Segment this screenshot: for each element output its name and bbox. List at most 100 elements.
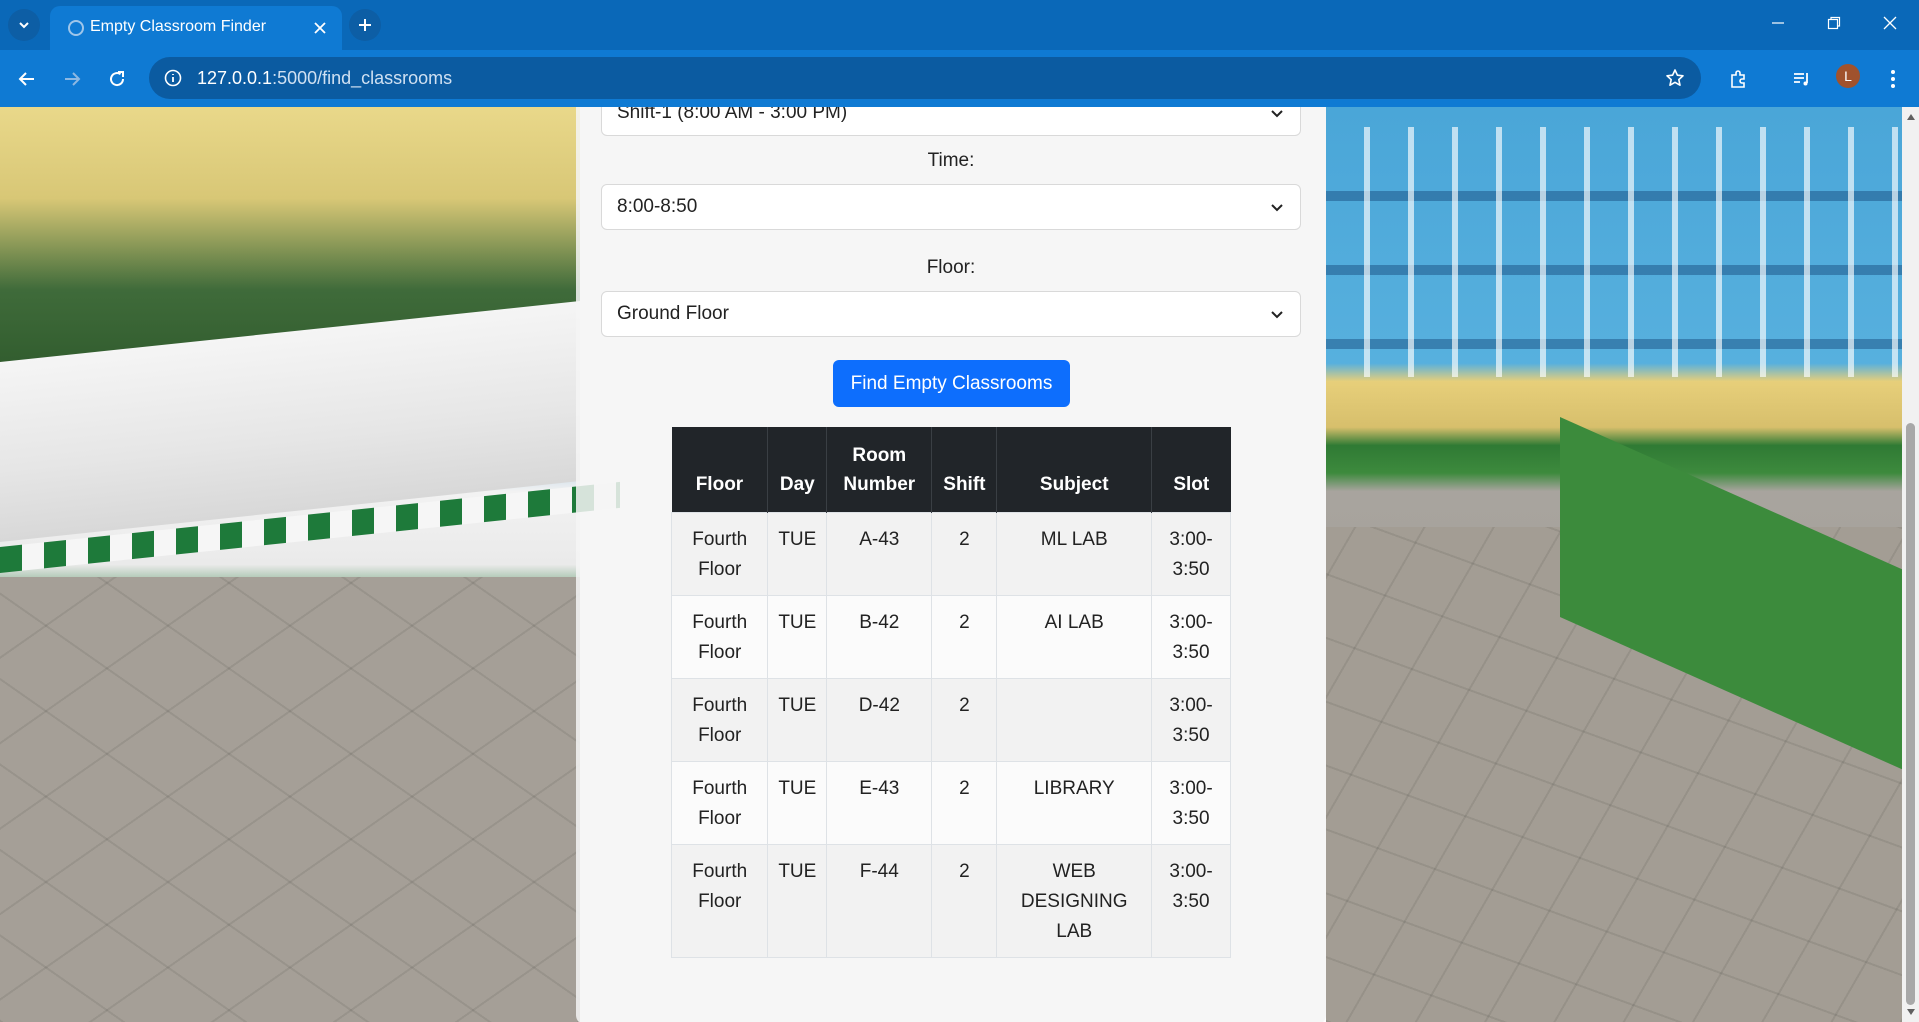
minimize-icon [1772, 22, 1784, 24]
reload-icon [110, 71, 125, 87]
column-header-room-number: Room Number [826, 427, 932, 513]
time-select[interactable]: 8:00-8:50 [601, 184, 1301, 230]
find-empty-classrooms-button[interactable]: Find Empty Classrooms [833, 360, 1070, 407]
cell-room: B-42 [826, 595, 933, 679]
scroll-down-arrow[interactable] [1905, 1006, 1916, 1017]
address-bar[interactable]: 127.0.0.1:5000/find_classrooms [149, 57, 1701, 99]
close-window-button[interactable] [1862, 0, 1918, 46]
scroll-up-arrow[interactable] [1905, 111, 1916, 122]
url-host: 127.0.0.1 [197, 68, 273, 88]
shift-select-value: Shift-1 (8:00 AM - 3:00 PM) [617, 107, 848, 123]
extensions-button[interactable] [1722, 63, 1754, 95]
chevron-down-icon [19, 22, 29, 29]
globe-icon [68, 20, 84, 36]
cell-slot: 3:00-3:50 [1151, 512, 1231, 596]
column-header-day: Day [767, 427, 827, 513]
finder-form-card: Shift-1 (8:00 AM - 3:00 PM) Time: 8:00-8… [576, 107, 1326, 1022]
table-row: Fourth Floor TUE B-42 2 AI LAB 3:00-3:50 [670, 595, 1231, 679]
page-viewport: Shift-1 (8:00 AM - 3:00 PM) Time: 8:00-8… [0, 107, 1902, 1022]
background-pavement-left [0, 577, 580, 1022]
restore-button[interactable] [1806, 0, 1862, 46]
toolbar: 127.0.0.1:5000/find_classrooms [0, 50, 1919, 107]
table-row: Fourth Floor TUE A-43 2 ML LAB 3:00-3:50 [670, 512, 1231, 596]
back-button[interactable] [11, 63, 43, 95]
cell-subject: WEB DESIGNING LAB [996, 844, 1153, 958]
extensions-icon [1731, 70, 1745, 88]
restore-icon [1827, 16, 1841, 30]
reload-button[interactable] [101, 63, 133, 95]
results-table: Floor Day Room Number Shift Subject Slot… [670, 427, 1231, 958]
table-header-row: Floor Day Room Number Shift Subject Slot [671, 427, 1231, 513]
floor-select-value: Ground Floor [617, 303, 729, 324]
bookmark-button[interactable] [1663, 66, 1687, 90]
page-scrollbar[interactable] [1902, 107, 1919, 1022]
info-icon [164, 69, 182, 87]
column-header-subject: Subject [996, 427, 1152, 513]
cell-slot: 3:00-3:50 [1151, 678, 1231, 762]
column-header-slot: Slot [1151, 427, 1231, 513]
floor-select[interactable]: Ground Floor [601, 291, 1301, 337]
forward-button[interactable] [56, 63, 88, 95]
media-controls-button[interactable] [1786, 63, 1818, 95]
cell-subject: ML LAB [996, 512, 1153, 596]
tab-title: Empty Classroom Finder [90, 18, 267, 35]
cell-day: TUE [767, 595, 828, 679]
cell-room: F-44 [826, 844, 933, 958]
tab-search-button[interactable] [8, 9, 40, 41]
menu-button[interactable] [1877, 63, 1909, 95]
time-select-value: 8:00-8:50 [617, 196, 698, 217]
floor-label: Floor: [926, 257, 976, 278]
cell-day: TUE [767, 761, 828, 845]
cell-shift: 2 [931, 761, 998, 845]
url-path: :5000/find_classrooms [272, 68, 453, 88]
back-icon [18, 72, 34, 86]
cell-slot: 3:00-3:50 [1151, 761, 1231, 845]
scrollbar-thumb[interactable] [1906, 423, 1915, 1005]
close-icon [1883, 16, 1897, 30]
cell-floor: Fourth Floor [670, 512, 769, 596]
new-tab-button[interactable] [349, 9, 381, 41]
forward-icon [65, 72, 81, 86]
cell-shift: 2 [931, 595, 998, 679]
chevron-down-icon [1268, 198, 1286, 216]
media-icon [1794, 73, 1808, 86]
cell-day: TUE [767, 512, 828, 596]
cell-slot: 3:00-3:50 [1151, 844, 1231, 958]
close-tab-button[interactable] [308, 16, 332, 40]
cell-shift: 2 [931, 678, 998, 762]
chevron-down-icon [1268, 305, 1286, 323]
more-icon [1891, 70, 1895, 88]
chevron-down-icon [1268, 107, 1286, 122]
table-row: Fourth Floor TUE F-44 2 WEB DESIGNING LA… [670, 844, 1231, 958]
cell-room: D-42 [826, 678, 933, 762]
cell-room: E-43 [826, 761, 933, 845]
cell-floor: Fourth Floor [670, 844, 769, 958]
cell-subject: AI LAB [996, 595, 1153, 679]
cell-floor: Fourth Floor [670, 761, 769, 845]
profile-avatar[interactable]: L [1836, 64, 1860, 88]
url-text[interactable]: 127.0.0.1:5000/find_classrooms [197, 68, 452, 89]
star-icon [1666, 69, 1684, 86]
browser-tab[interactable]: Empty Classroom Finder [50, 6, 342, 50]
cell-subject: LIBRARY [996, 761, 1153, 845]
shift-select[interactable]: Shift-1 (8:00 AM - 3:00 PM) [601, 107, 1301, 136]
cell-floor: Fourth Floor [670, 595, 769, 679]
close-icon [314, 22, 326, 34]
cell-subject [996, 678, 1153, 762]
site-info-button[interactable] [161, 66, 185, 90]
column-header-floor: Floor [671, 427, 768, 513]
column-header-shift: Shift [931, 427, 997, 513]
cell-room: A-43 [826, 512, 933, 596]
cell-floor: Fourth Floor [670, 678, 769, 762]
cell-day: TUE [767, 678, 828, 762]
cell-shift: 2 [931, 844, 998, 958]
minimize-button[interactable] [1750, 0, 1806, 46]
tab-strip: Empty Classroom Finder [0, 0, 1919, 50]
background-building-arches [1326, 127, 1902, 377]
time-label: Time: [927, 150, 975, 171]
plus-icon [359, 19, 371, 31]
cell-slot: 3:00-3:50 [1151, 595, 1231, 679]
table-row: Fourth Floor TUE E-43 2 LIBRARY 3:00-3:5… [670, 761, 1231, 845]
table-row: Fourth Floor TUE D-42 2 3:00-3:50 [670, 678, 1231, 762]
cell-shift: 2 [931, 512, 998, 596]
